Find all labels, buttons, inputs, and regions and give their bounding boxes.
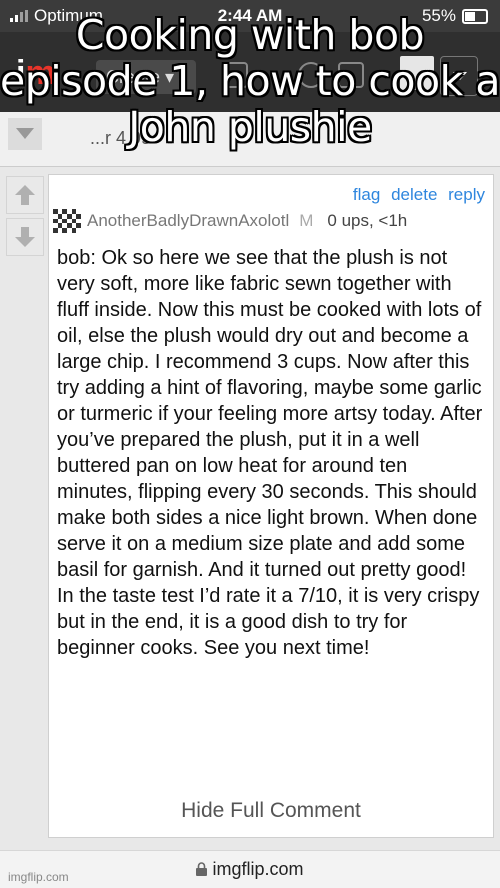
comment-meta: 0 ups, <1h [327,211,408,230]
divider [0,838,500,848]
reply-link[interactable]: reply [448,185,485,204]
down-arrow-icon [15,227,35,247]
url-display: imgflip.com [0,859,500,880]
comment-body: bob: Ok so here we see that the plush is… [57,247,483,659]
meme-caption: Cooking with bob episode 1, how to cook … [0,11,500,151]
user-pixel-avatar[interactable] [53,209,81,233]
url-text: imgflip.com [212,859,304,879]
comment-header: AnotherBadlyDrawnAxolotl M 0 ups, <1h [53,209,485,233]
flag-link[interactable]: flag [353,185,380,204]
hide-full-comment-link[interactable]: Hide Full Comment [49,799,493,823]
comment-username[interactable]: AnotherBadlyDrawnAxolotl [87,211,289,231]
downvote-button[interactable] [6,218,44,256]
lock-icon [196,862,208,876]
mod-badge: M [299,211,314,230]
up-arrow-icon [15,185,35,205]
delete-link[interactable]: delete [391,185,437,204]
imgflip-watermark: imgflip.com [8,870,69,884]
comment-card: flag delete reply AnotherBadlyDrawnAxolo… [48,174,494,838]
comment-actions: flag delete reply [347,185,485,205]
vote-controls [6,176,44,258]
browser-url-bar[interactable]: imgflip.com imgflip.com [0,850,500,888]
upvote-button[interactable] [6,176,44,214]
